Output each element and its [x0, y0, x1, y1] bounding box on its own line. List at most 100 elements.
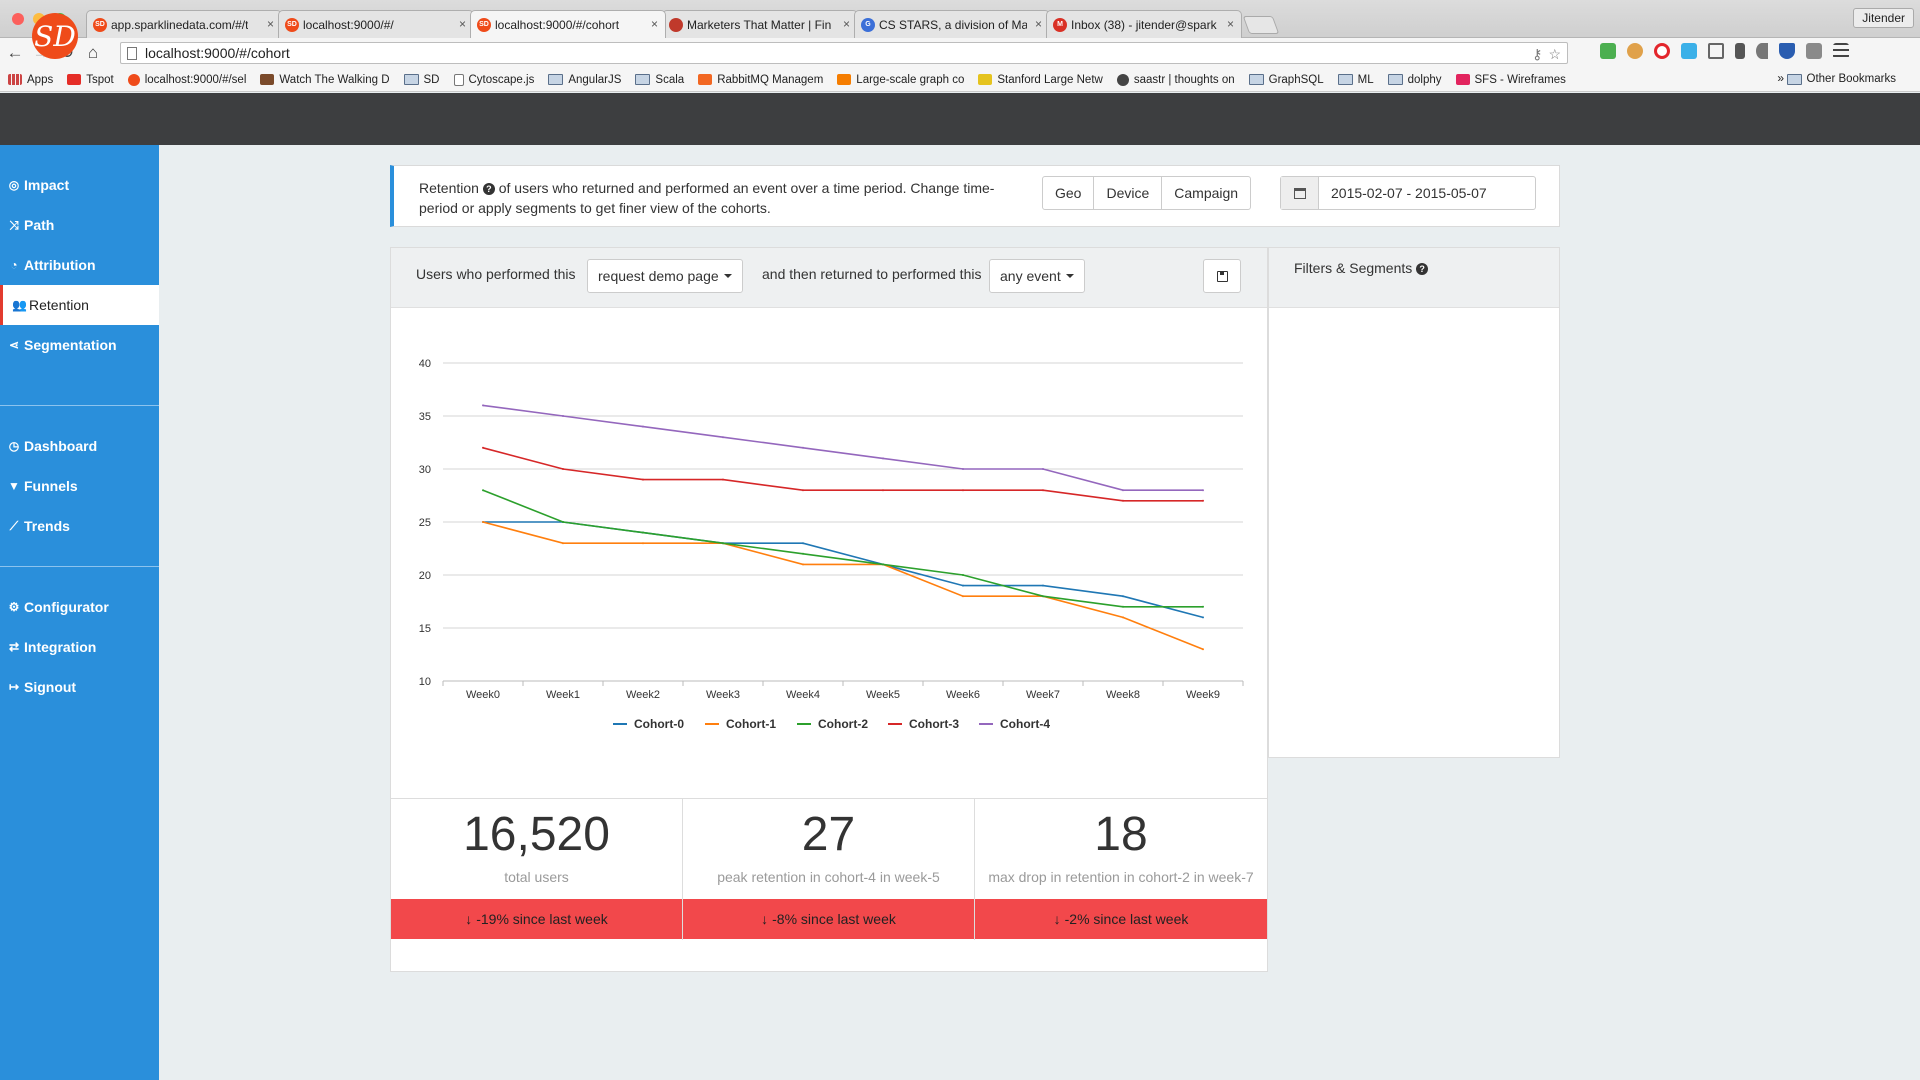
stanford-icon [978, 74, 993, 85]
bookmark-item[interactable]: SD [403, 73, 440, 86]
new-tab-button[interactable] [1242, 16, 1280, 34]
angular-extension-icon[interactable] [1806, 43, 1822, 59]
browser-tab[interactable]: G CS STARS, a division of Ma × [854, 10, 1050, 38]
bookmark-item[interactable]: RabbitMQ Managem [698, 74, 823, 86]
other-bookmarks-folder[interactable]: Other Bookmarks [1786, 73, 1896, 85]
data-point [1122, 605, 1124, 608]
address-bar[interactable]: localhost:9000/#/cohort ⚷ ☆ [120, 42, 1568, 64]
bookmark-item[interactable]: ML [1337, 74, 1374, 86]
invision-icon [1455, 74, 1470, 85]
tab-close-icon[interactable]: × [1035, 17, 1042, 31]
calendar-icon[interactable] [1281, 177, 1319, 209]
date-range-picker[interactable]: 2015-02-07 - 2015-05-07 [1280, 176, 1536, 210]
folder-icon [548, 74, 564, 85]
favicon-icon: SD [477, 17, 491, 32]
y-tick-label: 30 [419, 464, 431, 476]
browser-tab[interactable]: Marketers That Matter | Fin × [662, 10, 858, 38]
bookmark-label: Apps [27, 73, 54, 86]
x-tick-label: Week4 [786, 689, 820, 701]
bookmark-item[interactable]: saastr | thoughts on [1116, 73, 1235, 86]
bookmarks-overflow-button[interactable]: » [1777, 71, 1784, 85]
browser-tab[interactable]: SD localhost:9000/#/ × [278, 10, 474, 38]
tab-close-icon[interactable]: × [1227, 17, 1234, 31]
sidebar-item-signout[interactable]: ↦ Signout [0, 667, 159, 707]
ghostery-extension-icon[interactable] [1681, 43, 1697, 59]
folder-icon [1337, 74, 1353, 85]
sidebar-item-retention[interactable]: 👥 Retention [0, 285, 159, 325]
arrow-down-icon: ↓ [1053, 911, 1061, 927]
bookmark-item[interactable]: Apps [8, 74, 53, 86]
y-tick-label: 10 [419, 676, 431, 688]
bookmark-item[interactable]: Tspot [67, 74, 114, 86]
return-event-dropdown[interactable]: any event [989, 259, 1085, 293]
bookmark-item[interactable]: SFS - Wireframes [1455, 74, 1566, 86]
data-point [1202, 648, 1204, 651]
browser-tab[interactable]: SD app.sparklinedata.com/#/t × [86, 10, 282, 38]
menu-icon[interactable] [1833, 43, 1849, 59]
app-header [0, 93, 1920, 145]
data-point [642, 478, 644, 481]
bookmark-item[interactable]: Scala [635, 74, 684, 86]
save-button[interactable] [1203, 259, 1241, 293]
date-range-value[interactable]: 2015-02-07 - 2015-05-07 [1319, 177, 1487, 209]
first-event-dropdown[interactable]: request demo page [587, 259, 743, 293]
sidebar-item-label: Configurator [24, 599, 109, 615]
bookmark-item[interactable]: Watch The Walking D [260, 74, 390, 86]
feather-extension-icon[interactable] [1735, 43, 1745, 59]
geo-button[interactable]: Geo [1043, 177, 1095, 209]
bookmark-item[interactable]: Cytoscape.js [453, 73, 534, 86]
tab-title: localhost:9000/#/ [303, 17, 394, 32]
data-point [1202, 605, 1204, 608]
sidebar-item-configurator[interactable]: ⚙ Configurator [0, 587, 159, 627]
sidebar-item-impact[interactable]: ◎ Impact [0, 165, 159, 205]
browser-tab[interactable]: M Inbox (38) - jitender@spark × [1046, 10, 1242, 38]
y-tick-label: 35 [419, 411, 431, 423]
speaker-extension-icon[interactable] [1756, 43, 1768, 59]
sidebar-item-integration[interactable]: ⇄ Integration [0, 627, 159, 667]
legend-label: Cohort-0 [634, 717, 684, 731]
bookmark-item[interactable]: localhost:9000/#/sel [127, 73, 246, 86]
x-tick-label: Week7 [1026, 689, 1060, 701]
sidebar-item-attribution[interactable]: ◔ Attribution [0, 245, 159, 285]
shield-extension-icon[interactable] [1779, 43, 1795, 59]
bookmark-item[interactable]: dolphy [1387, 74, 1442, 86]
campaign-button[interactable]: Campaign [1162, 177, 1250, 209]
tab-close-icon[interactable]: × [843, 17, 850, 31]
profile-button[interactable]: Jitender [1853, 8, 1914, 28]
retention-chart-panel: Users who performed this request demo pa… [390, 247, 1268, 972]
sparkline-logo[interactable]: SD [32, 13, 78, 59]
data-point [882, 563, 884, 566]
bookmark-item[interactable]: Large-scale graph co [837, 74, 964, 86]
sidebar-item-path[interactable]: ⤨ Path [0, 205, 159, 245]
sidebar-item-funnels[interactable]: ▼ Funnels [0, 466, 159, 506]
configurator-icon: ⚙ [8, 600, 20, 614]
opera-extension-icon[interactable] [1654, 43, 1670, 59]
evernote-extension-icon[interactable] [1600, 43, 1616, 59]
retention-description: Retention ? of users who returned and pe… [419, 178, 1009, 218]
home-icon[interactable]: ⌂ [82, 42, 104, 64]
bookmark-item[interactable]: Stanford Large Netw [978, 74, 1103, 86]
close-window-icon[interactable] [12, 13, 24, 25]
help-icon[interactable]: ? [1416, 263, 1429, 275]
sidebar-item-trends[interactable]: ⟋ Trends [0, 506, 159, 546]
bookmark-item[interactable]: AngularJS [548, 74, 621, 86]
bookmark-label: SD [423, 73, 440, 86]
tab-close-icon[interactable]: × [267, 17, 274, 31]
tab-close-icon[interactable]: × [459, 17, 466, 31]
key-icon[interactable]: ⚷ [1532, 46, 1542, 63]
cookie-extension-icon[interactable] [1627, 43, 1643, 59]
bookmarks-bar: Apps Tspot localhost:9000/#/sel Watch The W… [0, 68, 1920, 92]
bookmark-item[interactable]: GraphSQL [1248, 74, 1324, 86]
cast-extension-icon[interactable] [1708, 43, 1724, 59]
sidebar-item-segmentation[interactable]: ⋖ Segmentation [0, 325, 159, 365]
series-line-cohort-2 [482, 489, 1203, 608]
help-icon[interactable]: ? [482, 183, 495, 195]
tab-close-icon[interactable]: × [651, 17, 658, 31]
data-point [722, 436, 724, 439]
back-icon[interactable]: ← [4, 42, 26, 64]
browser-tab[interactable]: SD localhost:9000/#/cohort × [470, 10, 666, 38]
bookmark-label: saastr | thoughts on [1133, 73, 1235, 86]
star-bookmark-icon[interactable]: ☆ [1548, 46, 1561, 63]
sidebar-item-dashboard[interactable]: ◷ Dashboard [0, 426, 159, 466]
device-button[interactable]: Device [1094, 177, 1163, 209]
